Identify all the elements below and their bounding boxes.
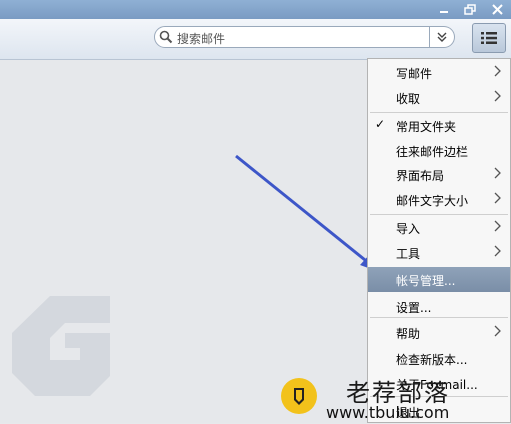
menu-item-layout[interactable]: 界面布局 <box>368 162 510 187</box>
pointer-arrow <box>235 154 382 273</box>
menu-item-compose[interactable]: 写邮件 <box>368 60 510 85</box>
menu-item-import[interactable]: 导入 <box>368 215 510 240</box>
main-menu-button[interactable] <box>472 23 506 53</box>
minimize-icon <box>440 10 448 13</box>
menu-item-correspondence-sidebar[interactable]: 往来邮件边栏 <box>368 138 510 163</box>
chevron-right-icon <box>494 325 501 337</box>
close-button[interactable] <box>486 0 508 19</box>
list-menu-icon <box>481 32 497 44</box>
search-placeholder: 搜索邮件 <box>177 32 226 46</box>
menu-item-common-folders[interactable]: ✓ 常用文件夹 <box>368 113 510 138</box>
double-chevron-down-icon <box>437 32 447 42</box>
search-input[interactable]: 搜索邮件 <box>154 26 430 48</box>
menu-separator <box>370 317 508 318</box>
menu-item-tools[interactable]: 工具 <box>368 240 510 265</box>
toolbar: 搜索邮件 <box>0 19 511 60</box>
minimize-button[interactable] <box>433 0 455 19</box>
foxmail-logo-icon <box>12 296 110 396</box>
watermark-url: www.tbulu.com <box>326 403 450 422</box>
chevron-right-icon <box>494 192 501 204</box>
chevron-right-icon <box>494 65 501 77</box>
restore-icon <box>464 4 476 15</box>
menu-item-help[interactable]: 帮助 <box>368 320 510 345</box>
restore-button[interactable] <box>459 0 481 19</box>
title-bar <box>0 0 511 19</box>
chevron-right-icon <box>494 245 501 257</box>
checkmark-icon: ✓ <box>375 117 386 131</box>
menu-item-receive[interactable]: 收取 <box>368 85 510 110</box>
close-icon <box>491 4 503 15</box>
search-icon <box>159 30 173 44</box>
main-menu-dropdown: 写邮件 收取 ✓ 常用文件夹 往来邮件边栏 界面布局 邮件文字大小 导入 工具 … <box>367 58 511 423</box>
menu-item-settings[interactable]: 设置... <box>368 294 510 319</box>
chevron-right-icon <box>494 220 501 232</box>
chevron-right-icon <box>494 90 501 102</box>
menu-item-account-management[interactable]: 帐号管理... <box>368 267 510 292</box>
chevron-right-icon <box>494 167 501 179</box>
watermark-logo <box>281 378 317 414</box>
pencil-icon <box>294 388 304 405</box>
menu-item-font-size[interactable]: 邮件文字大小 <box>368 187 510 212</box>
menu-item-check-updates[interactable]: 检查新版本... <box>368 346 510 371</box>
search-options-button[interactable] <box>430 26 455 48</box>
